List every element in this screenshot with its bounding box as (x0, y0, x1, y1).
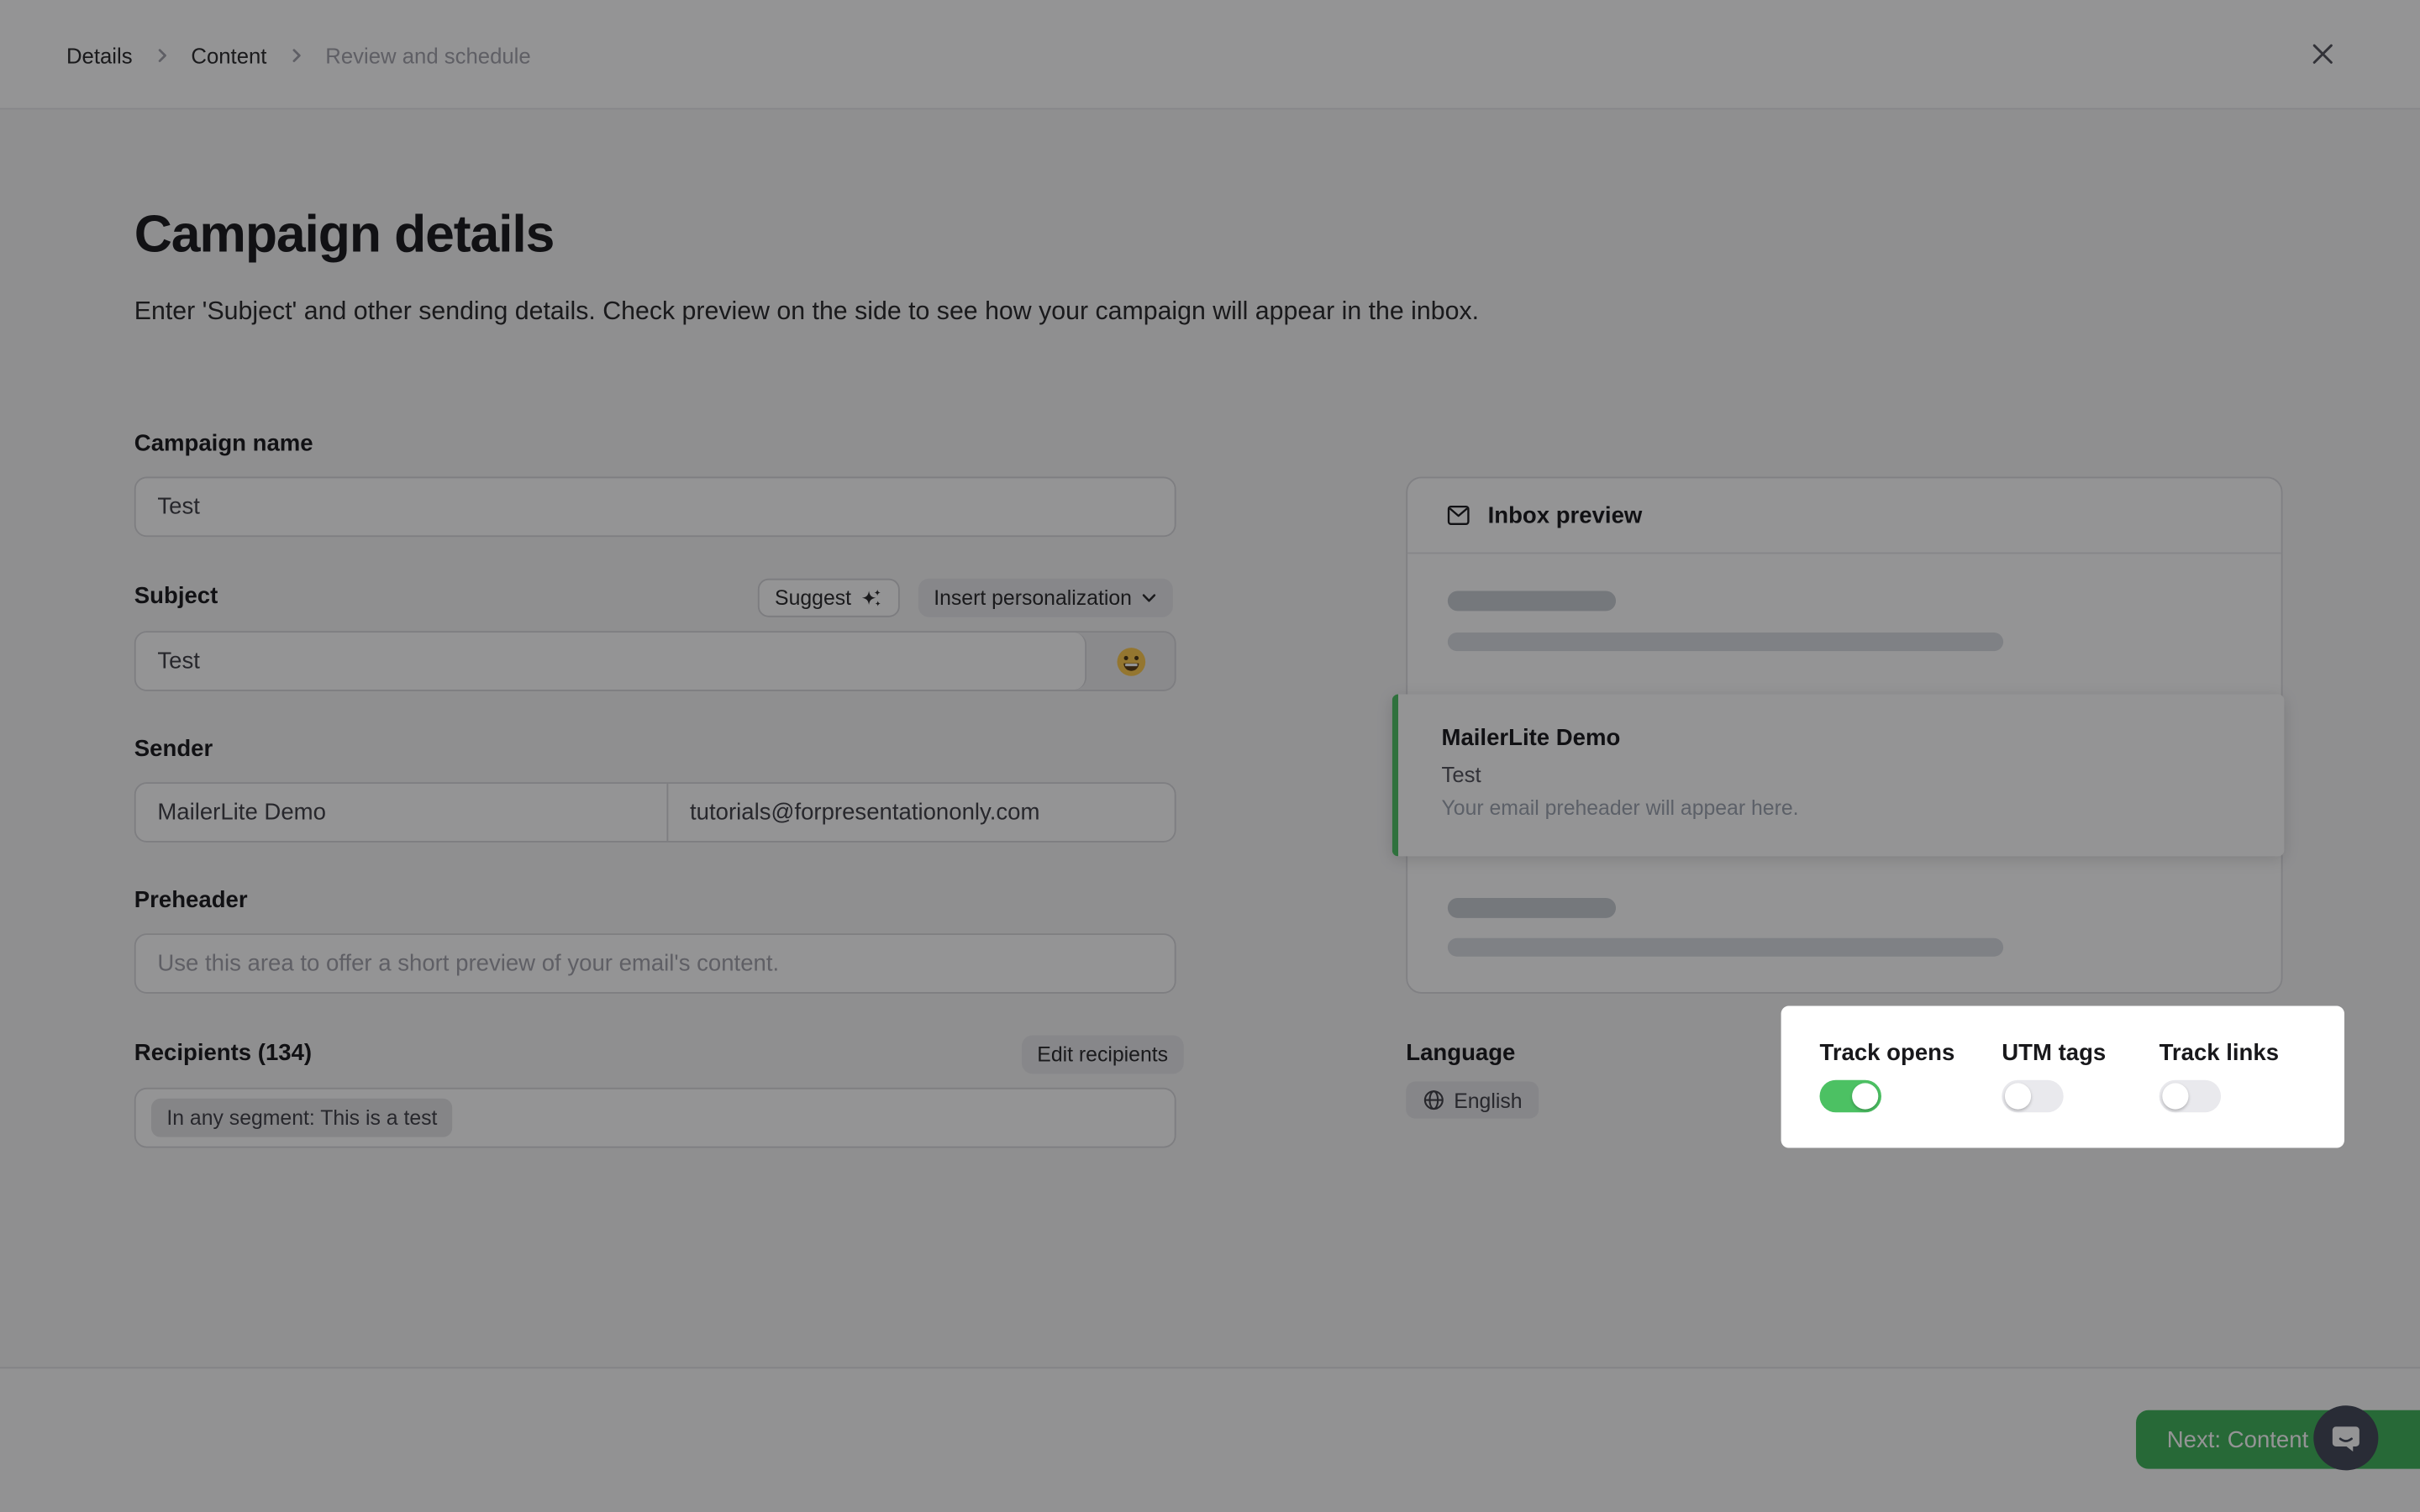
track-opens-label: Track opens (1819, 1039, 1955, 1067)
campaign-details-modal: Details Content Review and schedule Camp… (0, 0, 2420, 1512)
tracking-options-spotlight: Track opens UTM tags Track links (1781, 1005, 2344, 1148)
dim-overlay (0, 0, 2420, 1512)
toggle-knob (1852, 1083, 1879, 1110)
toggle-knob (2004, 1083, 2032, 1110)
track-links-label: Track links (2159, 1039, 2280, 1067)
utm-tags-toggle[interactable] (2002, 1079, 2064, 1113)
track-opens-toggle[interactable] (1819, 1079, 1881, 1113)
track-links-toggle[interactable] (2159, 1079, 2222, 1113)
toggle-knob (2162, 1083, 2189, 1110)
utm-tags-label: UTM tags (2002, 1039, 2107, 1067)
